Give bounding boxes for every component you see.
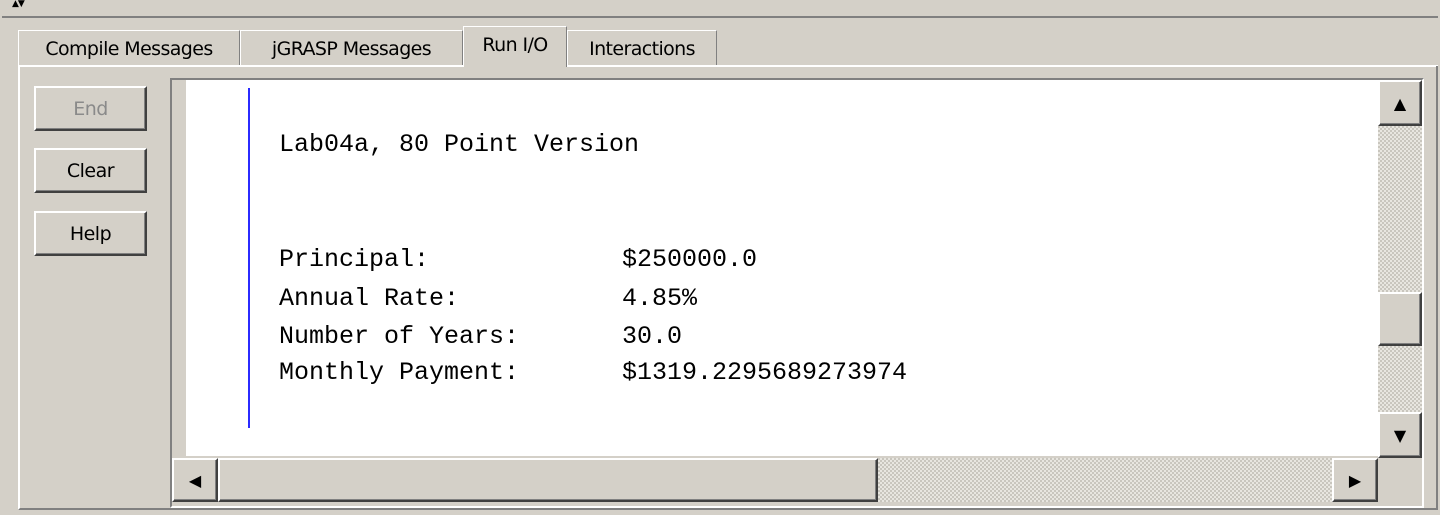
- output-row-value: $1319.2295689273974: [622, 358, 908, 387]
- output-row-label: Principal:: [279, 245, 430, 274]
- arrow-left-icon: ◀: [188, 470, 202, 490]
- run-io-panel: ▲▼ Compile Messages jGRASP Messages Run …: [0, 0, 1440, 515]
- end-button[interactable]: End: [34, 86, 147, 131]
- scrollbar-corner: [1378, 458, 1422, 502]
- output-row-label: Number of Years:: [279, 322, 520, 351]
- clear-button[interactable]: Clear: [34, 148, 147, 193]
- scroll-left-button[interactable]: ◀: [172, 458, 218, 502]
- output-row-number-of-years: Number of Years: 30.0: [279, 322, 682, 352]
- tab-compile-messages[interactable]: Compile Messages: [18, 30, 240, 66]
- output-row-label: Monthly Payment:: [279, 358, 520, 387]
- output-row-value: 4.85%: [622, 284, 698, 313]
- output-row-value: $250000.0: [622, 245, 758, 274]
- horizontal-scrollbar-thumb[interactable]: [218, 458, 878, 502]
- arrow-up-icon: ▲: [1393, 93, 1407, 113]
- panel-splitter[interactable]: ▲▼: [2, 0, 1438, 18]
- tab-jgrasp-messages[interactable]: jGRASP Messages: [240, 30, 463, 66]
- scroll-right-button[interactable]: ▶: [1332, 458, 1378, 502]
- arrow-down-icon: ▼: [1393, 425, 1407, 445]
- scroll-down-button[interactable]: ▼: [1378, 412, 1422, 458]
- output-row-principal: Principal: $250000.0: [279, 245, 757, 275]
- vertical-scrollbar-thumb[interactable]: [1378, 292, 1422, 346]
- help-button[interactable]: Help: [34, 211, 147, 256]
- output-title-line: Lab04a, 80 Point Version: [279, 130, 640, 159]
- output-row-annual-rate: Annual Rate: 4.85%: [279, 284, 697, 314]
- output-gutter: [172, 80, 186, 456]
- output-row-value: 30.0: [622, 322, 683, 351]
- tab-run-io[interactable]: Run I/O: [463, 26, 567, 67]
- arrow-right-icon: ▶: [1348, 470, 1362, 490]
- output-row-label: Annual Rate:: [279, 284, 460, 313]
- output-row-monthly-payment: Monthly Payment: $1319.2295689273974: [279, 358, 907, 388]
- text-cursor-line: [248, 88, 250, 428]
- vertical-scrollbar-track[interactable]: [1378, 80, 1422, 458]
- collapse-expand-arrows-icon[interactable]: ▲▼: [12, 0, 25, 9]
- tab-interactions[interactable]: Interactions: [567, 30, 717, 66]
- scroll-up-button[interactable]: ▲: [1378, 80, 1422, 126]
